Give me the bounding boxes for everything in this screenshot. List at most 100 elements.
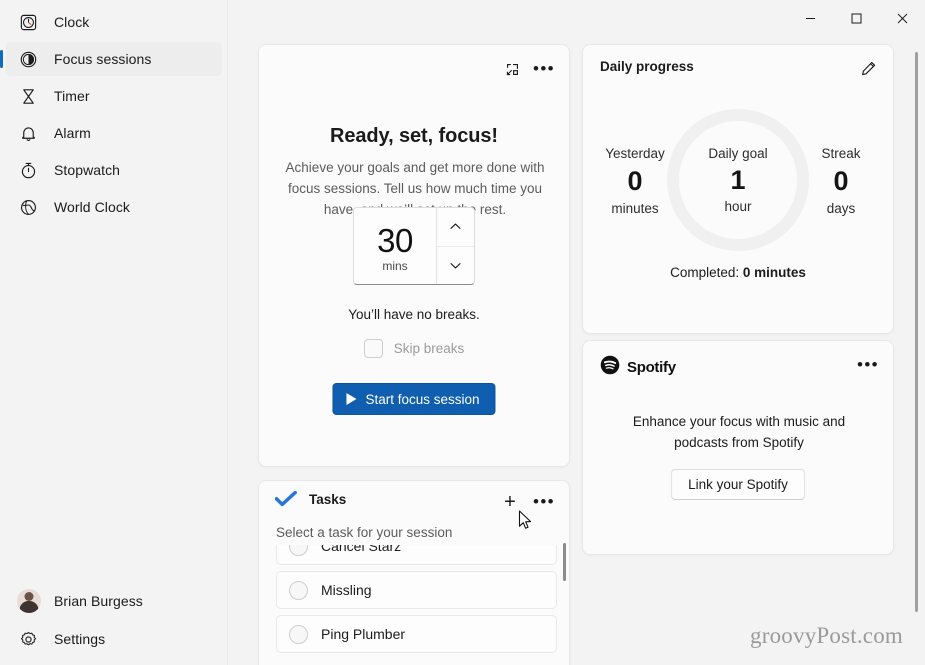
more-options-icon[interactable]: ••• [853, 351, 883, 379]
sidebar-item-settings[interactable]: Settings [6, 622, 222, 656]
add-task-icon[interactable]: + [495, 488, 525, 516]
edit-pencil-icon[interactable] [853, 54, 883, 82]
play-icon [346, 393, 357, 405]
tasks-header: Tasks [274, 490, 347, 507]
avatar-body [19, 601, 39, 613]
spotify-brand-label: Spotify [627, 359, 676, 376]
more-options-icon[interactable]: ••• [529, 55, 559, 83]
tasks-actions: + ••• [495, 488, 559, 516]
task-list-inner: Cancel Starz Missling Ping Plumber [276, 545, 557, 653]
sidebar-item-label: Stopwatch [54, 161, 121, 178]
hourglass-icon [17, 85, 39, 107]
spotify-description: Enhance your focus with music and podcas… [632, 414, 846, 450]
streak-value: 0 [833, 166, 849, 196]
spotify-logo-icon [600, 355, 620, 380]
streak-label: Streak [821, 146, 861, 161]
avatar-image [17, 589, 41, 613]
sidebar-item-label: Clock [54, 13, 90, 30]
globe-icon [17, 196, 39, 218]
streak-stat: Streak 0 days [793, 146, 889, 216]
task-list[interactable]: Cancel Starz Missling Ping Plumber [276, 545, 557, 665]
maximize-icon [851, 13, 861, 23]
sidebar-bottom-section: Brian Burgess Settings [0, 580, 228, 659]
sidebar-item-label: Timer [54, 87, 90, 104]
maximize-button[interactable] [833, 0, 879, 36]
daily-goal-value: 1 [730, 165, 746, 195]
focus-session-card: ••• Ready, set, focus! Achieve your goal… [258, 44, 570, 467]
link-spotify-button[interactable]: Link your Spotify [671, 469, 805, 500]
yesterday-label: Yesterday [605, 146, 665, 161]
skip-breaks-checkbox[interactable] [363, 339, 383, 358]
mini-view-icon[interactable] [497, 55, 527, 83]
sidebar-item-label: Settings [54, 630, 106, 647]
sidebar-item-label: World Clock [54, 198, 130, 215]
stopwatch-icon [17, 159, 39, 181]
daily-goal-label: Daily goal [708, 146, 768, 161]
clock-icon [17, 11, 39, 33]
watermark: groovyPost.com [750, 623, 903, 648]
close-button[interactable] [879, 0, 925, 36]
chevron-up-icon [450, 223, 461, 230]
start-focus-session-button[interactable]: Start focus session [332, 383, 496, 415]
page-title: Ready, set, focus! [330, 125, 498, 147]
avatar-head [24, 592, 34, 601]
ellipsis-glyph: ••• [532, 59, 556, 78]
completed-prefix: Completed: [670, 265, 743, 280]
sidebar-item-label: Focus sessions [54, 50, 152, 67]
duration-value-group[interactable]: 30 mins [354, 208, 436, 284]
task-label: Missling [321, 582, 372, 598]
sidebar-item-account[interactable]: Brian Burgess [6, 583, 222, 619]
task-complete-radio[interactable] [289, 624, 308, 644]
ellipsis-glyph: ••• [856, 355, 880, 374]
list-item[interactable]: Missling [276, 571, 557, 609]
minimize-button[interactable] [787, 0, 833, 36]
task-complete-radio[interactable] [289, 580, 308, 600]
bell-icon [17, 122, 39, 144]
spotify-header: Spotify [600, 355, 676, 380]
sidebar-item-label: Alarm [54, 124, 91, 141]
navigation-sidebar: Clock Focus sessions Timer Alarm Stopwat… [0, 0, 228, 665]
page-scrollbar-thumb[interactable] [915, 52, 918, 612]
list-item[interactable]: Cancel Starz [276, 545, 557, 565]
focus-card-actions: ••• [497, 55, 559, 83]
completed-value: 0 minutes [742, 265, 806, 280]
sidebar-item-stopwatch[interactable]: Stopwatch [6, 153, 222, 187]
sidebar-item-timer[interactable]: Timer [6, 79, 222, 113]
stepper-buttons [436, 208, 474, 284]
streak-unit: days [826, 201, 856, 216]
window-controls [787, 0, 925, 36]
page-scrollbar[interactable] [913, 36, 921, 665]
sidebar-item-focus-sessions[interactable]: Focus sessions [0, 42, 222, 76]
task-label: Cancel Starz [321, 545, 402, 554]
chevron-down-icon [450, 262, 461, 269]
completed-status: Completed: 0 minutes [583, 265, 893, 280]
task-complete-radio[interactable] [289, 545, 308, 556]
focus-sessions-icon [17, 48, 39, 70]
daily-progress-card: Daily progress Yesterday 0 minutes Daily… [582, 44, 894, 334]
duration-value: 30 [377, 221, 413, 259]
duration-unit: mins [382, 258, 408, 273]
sidebar-item-alarm[interactable]: Alarm [6, 116, 222, 150]
increase-duration-button[interactable] [437, 208, 474, 246]
list-item[interactable]: Ping Plumber [276, 615, 557, 653]
sidebar-item-world-clock[interactable]: World Clock [6, 190, 222, 224]
tasks-title: Tasks [309, 491, 347, 507]
minimize-icon [805, 17, 815, 19]
tasks-card: Tasks + ••• Select a task for your sessi… [258, 480, 570, 665]
start-button-label: Start focus session [365, 391, 480, 407]
account-name-label: Brian Burgess [54, 592, 143, 609]
duration-stepper[interactable]: 30 mins [353, 207, 475, 285]
daily-goal-unit: hour [724, 199, 752, 214]
task-list-scrollbar[interactable] [563, 543, 566, 581]
daily-goal-ring: Daily goal 1 hour [667, 109, 809, 251]
breaks-note: You’ll have no breaks. [348, 307, 480, 322]
skip-breaks-label: Skip breaks [393, 341, 465, 356]
skip-breaks-row[interactable]: Skip breaks [259, 339, 569, 358]
ellipsis-glyph: ••• [532, 492, 556, 511]
spotify-card: Spotify ••• Enhance your focus with musi… [582, 340, 894, 555]
more-options-icon[interactable]: ••• [529, 488, 559, 516]
task-label: Ping Plumber [321, 626, 406, 642]
decrease-duration-button[interactable] [437, 245, 474, 285]
tasks-subtitle: Select a task for your session [276, 525, 453, 540]
sidebar-item-clock[interactable]: Clock [6, 5, 222, 39]
